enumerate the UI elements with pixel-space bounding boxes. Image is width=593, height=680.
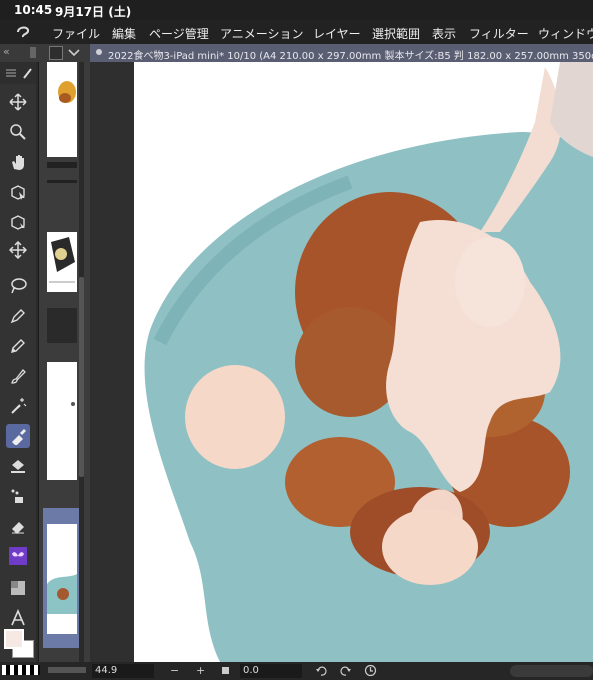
figure-icon[interactable] [6, 576, 30, 600]
scrollbar-thumb[interactable] [79, 277, 84, 477]
canvas-artwork[interactable] [90, 62, 593, 662]
collapse-icon[interactable]: « [3, 45, 10, 58]
canvas-area[interactable] [90, 62, 593, 662]
menu-lines-icon[interactable] [5, 68, 17, 78]
rotation-field[interactable]: 0.0 [240, 664, 302, 678]
transform-icon[interactable] [6, 238, 30, 262]
tool-palette-header [0, 62, 36, 84]
status-bar: 10:45 9月17日 (土) [0, 0, 593, 20]
cream-highlight [455, 237, 525, 327]
document-title: 2022食べ物3-iPad mini* 10/10 (A4 210.00 x 2… [108, 51, 593, 62]
pencil-icon[interactable] [6, 334, 30, 358]
clock: 10:45 [14, 3, 53, 17]
page-thumbnail[interactable] [47, 62, 77, 157]
zoom-in-button[interactable]: + [196, 664, 205, 677]
text-icon[interactable] [6, 606, 30, 630]
brush-small-icon[interactable] [22, 66, 34, 80]
bottom-bar: 44.9 − + 0.0 [0, 662, 593, 680]
thumbnail-divider [47, 162, 77, 168]
zoom-icon[interactable] [6, 120, 30, 144]
lasso-icon[interactable] [6, 274, 30, 298]
menu-animation[interactable]: アニメーション [220, 25, 304, 42]
menu-selection[interactable]: 選択範囲 [372, 25, 420, 42]
panel-square-button[interactable] [49, 46, 63, 60]
page-thumbnail[interactable] [47, 232, 77, 292]
fill-icon[interactable] [6, 454, 30, 478]
rotate-left-icon[interactable] [315, 665, 327, 677]
airbrush-icon[interactable] [6, 424, 30, 448]
page-thumbnail-panel [38, 62, 90, 662]
panel-header: « [0, 44, 90, 62]
reset-rotation-icon[interactable] [364, 664, 377, 677]
zoom-out-button[interactable]: − [170, 664, 179, 677]
eraser-icon[interactable] [6, 514, 30, 538]
app-logo-icon[interactable] [14, 23, 32, 41]
blend-icon[interactable] [6, 484, 30, 508]
zoom-field[interactable]: 44.9 [92, 664, 154, 678]
menu-bar: ファイル 編集 ページ管理 アニメーション レイヤー 選択範囲 表示 フィルター… [0, 20, 593, 44]
tab-status-icon [96, 49, 102, 55]
menu-file[interactable]: ファイル [52, 25, 100, 42]
page-thumbnail[interactable] [47, 524, 77, 634]
panel-scrollbar[interactable] [79, 62, 84, 662]
move-layer-icon[interactable] [6, 90, 30, 114]
auto-select-icon[interactable] [6, 394, 30, 418]
panel-divider [30, 47, 36, 58]
menu-filter[interactable]: フィルター [469, 25, 529, 42]
thumbnail-divider [47, 180, 77, 183]
page-thumbnail[interactable] [47, 362, 77, 480]
menu-window[interactable]: ウィンドウ [538, 25, 593, 42]
fit-button[interactable] [222, 667, 229, 674]
brush-icon[interactable] [6, 364, 30, 388]
cream-blob [382, 509, 478, 585]
rotate-right-icon[interactable] [340, 665, 352, 677]
horizontal-scrollbar[interactable] [510, 665, 593, 677]
navigator-slider[interactable] [48, 667, 86, 673]
decoration-icon[interactable] [6, 544, 30, 568]
document-tab[interactable]: 2022食べ物3-iPad mini* 10/10 (A4 210.00 x 2… [90, 44, 593, 62]
cream-blob [185, 365, 285, 469]
menu-edit[interactable]: 編集 [112, 25, 136, 42]
menu-view[interactable]: 表示 [432, 25, 456, 42]
hand-icon[interactable] [6, 150, 30, 174]
main-color-swatch[interactable] [4, 629, 24, 649]
menu-page[interactable]: ページ管理 [149, 25, 209, 42]
transparency-indicator [2, 665, 40, 675]
chevron-down-icon[interactable] [68, 48, 80, 58]
layer-select-icon[interactable] [6, 210, 30, 234]
pen-icon[interactable] [6, 304, 30, 328]
object-select-icon[interactable] [6, 180, 30, 204]
selected-page-highlight[interactable] [43, 508, 79, 648]
date: 9月17日 (土) [55, 5, 132, 19]
menu-layer[interactable]: レイヤー [313, 25, 361, 42]
thumbnail-gap [47, 308, 77, 343]
tool-palette [0, 62, 36, 672]
